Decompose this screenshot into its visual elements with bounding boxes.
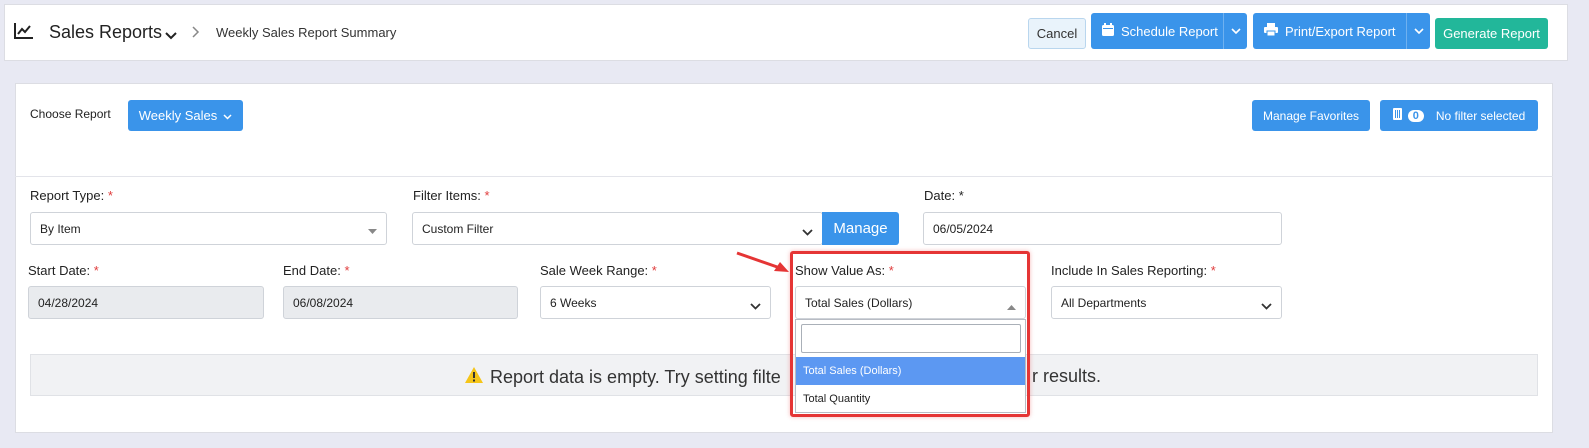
report-type-label: Report Type: * — [30, 188, 113, 203]
filter-items-value: Custom Filter — [422, 221, 494, 236]
start-date-label: Start Date: * — [28, 263, 99, 278]
sale-week-range-value: 6 Weeks — [550, 295, 597, 310]
filter-items-select[interactable]: Custom Filter — [412, 212, 823, 245]
section-divider — [15, 176, 1553, 177]
manage-favorites-button[interactable]: Manage Favorites — [1252, 100, 1370, 131]
page-title: Sales Reports — [49, 22, 163, 42]
print-export-button[interactable]: Print/Export Report — [1253, 13, 1430, 49]
filter-status-label: No filter selected — [1435, 108, 1526, 123]
filter-icon — [1392, 108, 1402, 123]
dropdown-search-input[interactable] — [801, 324, 1021, 353]
schedule-report-label: Schedule Report — [1121, 23, 1218, 39]
annotation-arrow-icon — [735, 250, 793, 277]
sale-week-range-select[interactable]: 6 Weeks — [540, 286, 771, 319]
print-dropdown-toggle[interactable] — [1406, 13, 1430, 49]
sale-week-range-label: Sale Week Range: * — [540, 263, 657, 278]
show-value-as-value: Total Sales (Dollars) — [805, 295, 913, 310]
include-in-sales-reporting-select[interactable]: All Departments — [1051, 286, 1282, 319]
caret-down-icon — [368, 224, 377, 238]
show-value-as-dropdown: Total Sales (Dollars) Total Quantity — [795, 319, 1026, 413]
schedule-report-button[interactable]: Schedule Report — [1091, 13, 1247, 49]
choose-report-dropdown[interactable]: Weekly Sales — [128, 100, 243, 131]
date-value: 06/05/2024 — [933, 221, 994, 236]
chevron-down-icon[interactable] — [165, 28, 177, 43]
calendar-icon — [1102, 23, 1114, 39]
manage-filter-button[interactable]: Manage — [822, 212, 899, 245]
date-input[interactable]: 06/05/2024 — [923, 212, 1282, 245]
required-mark: * — [958, 188, 964, 203]
option-total-sales-dollars[interactable]: Total Sales (Dollars) — [796, 357, 1025, 385]
show-value-as-select[interactable]: Total Sales (Dollars) — [795, 286, 1026, 319]
choose-report-label: Choose Report — [30, 107, 111, 121]
include-in-sales-reporting-label: Include In Sales Reporting: * — [1051, 263, 1216, 278]
chevron-right-icon — [192, 26, 200, 41]
include-in-sales-reporting-value: All Departments — [1061, 295, 1147, 310]
warning-text-right: r results. — [1032, 366, 1102, 386]
end-date-value: 06/08/2024 — [293, 295, 354, 310]
breadcrumb: Weekly Sales Report Summary — [216, 25, 397, 40]
filter-count-badge: 0 — [1407, 109, 1424, 122]
cancel-button[interactable]: Cancel — [1028, 18, 1086, 49]
schedule-dropdown-toggle[interactable] — [1223, 13, 1247, 49]
option-total-quantity[interactable]: Total Quantity — [796, 385, 1025, 413]
report-type-select[interactable]: By Item — [30, 212, 387, 245]
start-date-input: 04/28/2024 — [28, 286, 264, 319]
warning-text-left: Report data is empty. Try setting filte — [490, 367, 781, 387]
start-date-value: 04/28/2024 — [38, 295, 99, 310]
end-date-input: 06/08/2024 — [283, 286, 518, 319]
report-type-value: By Item — [40, 221, 81, 236]
warning-message: Report data is empty. Try setting filte — [464, 366, 781, 389]
filter-items-label: Filter Items: * — [413, 188, 490, 203]
filter-status-button[interactable]: 0 No filter selected — [1380, 100, 1538, 131]
chevron-down-icon — [750, 299, 761, 313]
line-chart-icon — [14, 22, 34, 43]
print-export-label: Print/Export Report — [1285, 23, 1396, 39]
chevron-down-icon — [1261, 299, 1272, 313]
end-date-label: End Date: * — [283, 263, 350, 278]
generate-report-button[interactable]: Generate Report — [1435, 18, 1548, 49]
date-label: Date: * — [924, 188, 964, 203]
chevron-down-icon — [802, 225, 813, 239]
chevron-down-icon — [223, 108, 232, 123]
show-value-as-label: Show Value As: * — [795, 263, 894, 278]
empty-report-warning — [30, 354, 1538, 396]
caret-up-icon — [1007, 299, 1016, 313]
printer-icon — [1264, 23, 1278, 39]
choose-report-value: Weekly Sales — [138, 108, 218, 123]
warning-icon — [464, 366, 484, 389]
